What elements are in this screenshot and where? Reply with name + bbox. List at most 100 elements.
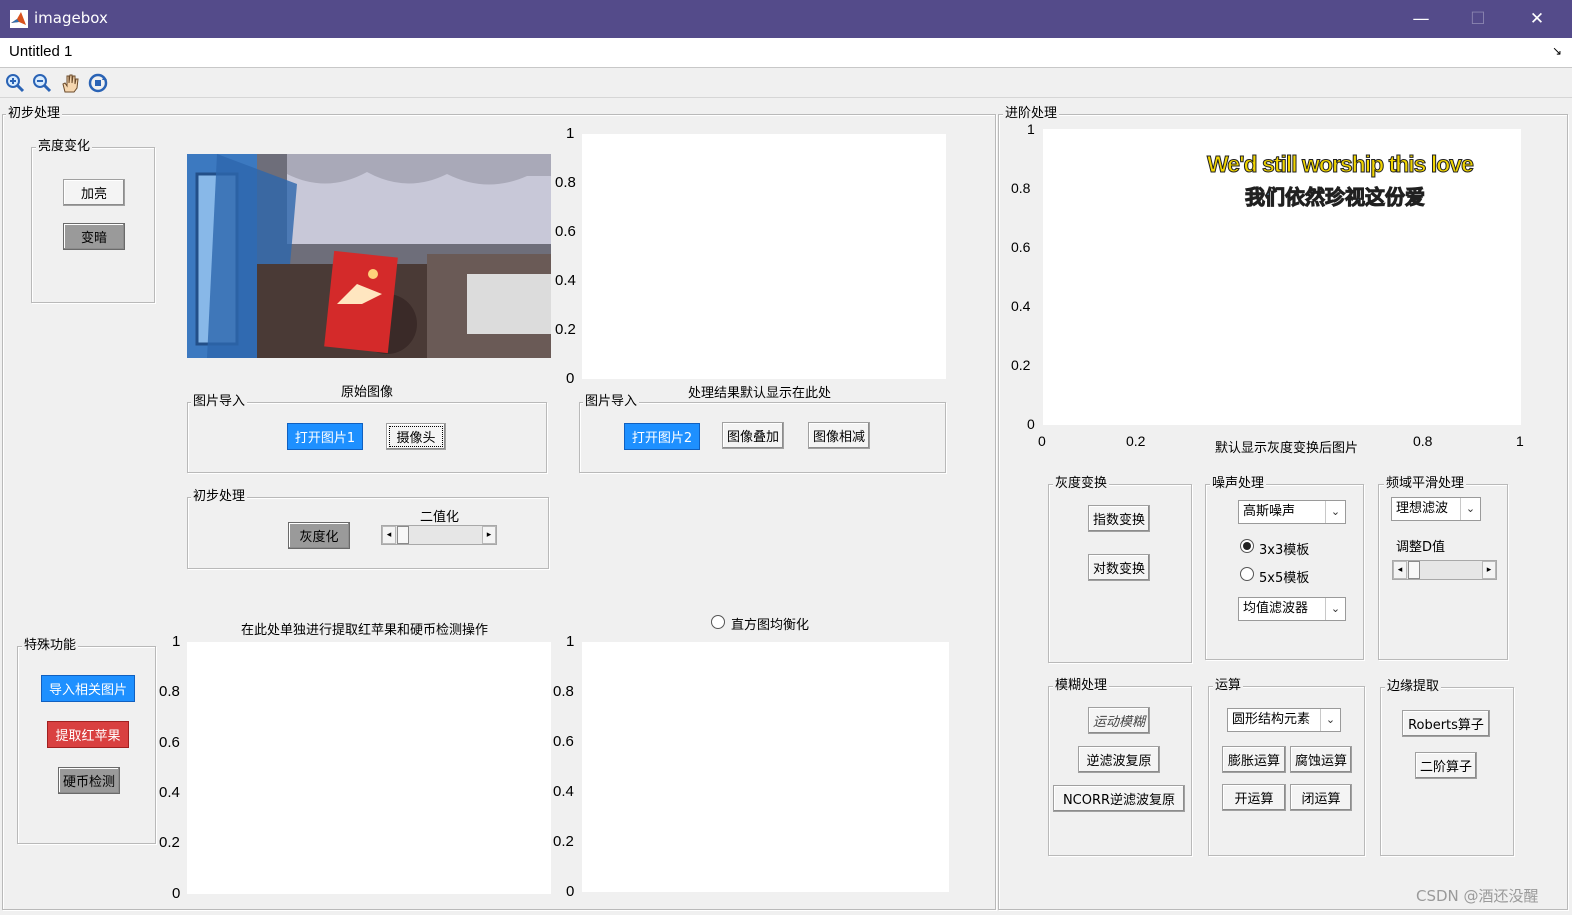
frequency-smoothing-title: 频域平滑处理 [1384,476,1467,492]
histogram-axes-ytick: 0 [566,883,575,900]
frequency-filter-value: 理想滤波 [1396,501,1449,516]
frequency-filter-select[interactable]: 理想滤波 ⌄ [1391,497,1481,521]
coin-detect-button[interactable]: 硬币检测 [58,767,120,794]
pan-hand-icon[interactable] [59,72,81,94]
apple-coin-axes-ytick: 0.8 [159,683,180,700]
inverse-filter-restore-button[interactable]: 逆滤波复原 [1078,746,1160,773]
filter-type-value: 均值滤波器 [1243,601,1309,616]
result-caption: 处理结果默认显示在此处 [688,386,832,401]
open-image-2-button[interactable]: 打开图片2 [624,423,700,450]
binarize-label: 二值化 [420,510,460,525]
log-transform-button[interactable]: 对数变换 [1088,554,1150,581]
import-related-image-button[interactable]: 导入相关图片 [41,675,135,702]
import-panel-1-title: 图片导入 [191,394,248,410]
overlay-text-cn: 我们依然珍视这份爱 [1245,185,1426,210]
apple-coin-axes-ytick: 0.4 [159,784,180,801]
closing-button[interactable]: 闭运算 [1290,784,1352,811]
apple-coin-axes-ytick: 0.2 [159,834,180,851]
grayscale-axes-xtick: 0.8 [1413,433,1433,449]
histogram-equalization-label: 直方图均衡化 [731,618,810,633]
image-overlay-button[interactable]: 图像叠加 [722,422,784,449]
histogram-equalization-radio[interactable] [711,615,725,629]
slider-thumb[interactable] [1408,561,1420,579]
grayscale-axes-ytick: 0.6 [1011,239,1031,255]
dilate-button[interactable]: 膨胀运算 [1222,746,1286,773]
figure-name: Untitled 1 [9,43,73,60]
result-axes-ytick: 1 [566,125,575,142]
darken-button[interactable]: 变暗 [63,223,125,250]
basic-processing-panel-title: 初步处理 [191,489,248,505]
noise-type-value: 高斯噪声 [1243,504,1296,519]
grayscale-result-axes: We'd still worship this love 我们依然珍视这份爱 [1043,129,1521,425]
extract-red-apple-button[interactable]: 提取红苹果 [47,721,129,748]
filter-type-select[interactable]: 均值滤波器 ⌄ [1238,597,1346,621]
import-panel-2-title: 图片导入 [583,394,640,410]
histogram-axes-ytick: 0.8 [553,683,574,700]
erode-button[interactable]: 腐蚀运算 [1290,746,1352,773]
slider-right-arrow-icon[interactable]: ▸ [482,526,496,544]
rotate-3d-icon[interactable] [87,72,109,94]
noise-processing-title: 噪声处理 [1210,476,1267,492]
histogram-axes [582,642,949,892]
window-title: imagebox [34,9,108,27]
lower-axes-caption: 在此处单独进行提取红苹果和硬币检测操作 [241,623,489,638]
figure-name-bar: Untitled 1 ↘ [0,38,1572,68]
matlab-logo-icon [10,10,28,28]
slider-right-arrow-icon[interactable]: ▸ [1482,561,1496,579]
opening-button[interactable]: 开运算 [1222,784,1286,811]
adjust-d-slider[interactable]: ◂ ▸ [1392,560,1497,580]
minimize-button[interactable]: — [1398,0,1444,38]
slider-left-arrow-icon[interactable]: ◂ [382,526,396,544]
brighten-button[interactable]: 加亮 [63,179,125,206]
window-title-bar: imagebox — ☐ ✕ [0,0,1572,38]
open-image-1-button[interactable]: 打开图片1 [287,423,363,450]
mask-3x3-radio[interactable] [1240,539,1254,553]
camera-photo-image [187,154,551,358]
grayscale-button[interactable]: 灰度化 [288,522,350,549]
image-subtract-button[interactable]: 图像相减 [808,422,870,449]
apple-coin-axes [187,642,551,894]
roberts-operator-button[interactable]: Roberts算子 [1402,710,1490,737]
apple-coin-axes-ytick: 0.6 [159,734,180,751]
adjust-d-label: 调整D值 [1396,540,1446,555]
motion-blur-button[interactable]: 运动模糊 [1088,707,1150,734]
structure-element-select[interactable]: 圆形结构元素 ⌄ [1227,708,1341,732]
histogram-axes-ytick: 0.2 [553,833,574,850]
zoom-in-icon[interactable] [4,72,26,94]
figure-toolbar [0,68,1572,98]
apple-coin-axes-ytick: 1 [172,633,181,650]
zoom-out-icon[interactable] [31,72,53,94]
gray-transform-title: 灰度变换 [1053,476,1110,492]
slider-thumb[interactable] [397,526,409,544]
slider-left-arrow-icon[interactable]: ◂ [1393,561,1407,579]
noise-type-select[interactable]: 高斯噪声 ⌄ [1238,500,1346,524]
mask-5x5-radio[interactable] [1240,567,1254,581]
exponential-transform-button[interactable]: 指数变换 [1088,505,1150,532]
chevron-down-icon: ⌄ [1325,501,1345,523]
original-image [187,154,551,358]
overlay-text-en: We'd still worship this love [1207,151,1475,178]
binarize-slider[interactable]: ◂ ▸ [381,525,497,545]
result-axes-ytick: 0.6 [555,223,576,240]
result-axes [582,134,946,379]
histogram-axes-ytick: 0.6 [553,733,574,750]
histogram-axes-ytick: 1 [566,633,575,650]
brightness-panel-title: 亮度变化 [36,139,93,155]
grayscale-axes-ytick: 0.8 [1011,180,1031,196]
close-button[interactable]: ✕ [1514,0,1560,38]
chevron-down-icon: ⌄ [1325,598,1345,620]
result-axes-ytick: 0.2 [555,321,576,338]
maximize-button[interactable]: ☐ [1455,0,1501,38]
second-order-operator-button[interactable]: 二阶算子 [1415,752,1477,779]
mask-5x5-label: 5x5模板 [1259,571,1310,586]
edge-extraction-title: 边缘提取 [1385,679,1442,695]
ncorr-inverse-filter-button[interactable]: NCORR逆滤波复原 [1053,785,1185,812]
grayscale-axes-ytick: 0.2 [1011,357,1031,373]
preliminary-processing-title: 初步处理 [6,106,63,122]
camera-button[interactable]: 摄像头 [386,423,446,450]
chevron-down-icon: ⌄ [1460,498,1480,520]
undock-icon[interactable]: ↘ [1552,44,1562,58]
histogram-axes-ytick: 0.4 [553,783,574,800]
csdn-watermark: CSDN @酒还没醒 [1416,887,1539,905]
result-axes-ytick: 0 [566,370,575,387]
